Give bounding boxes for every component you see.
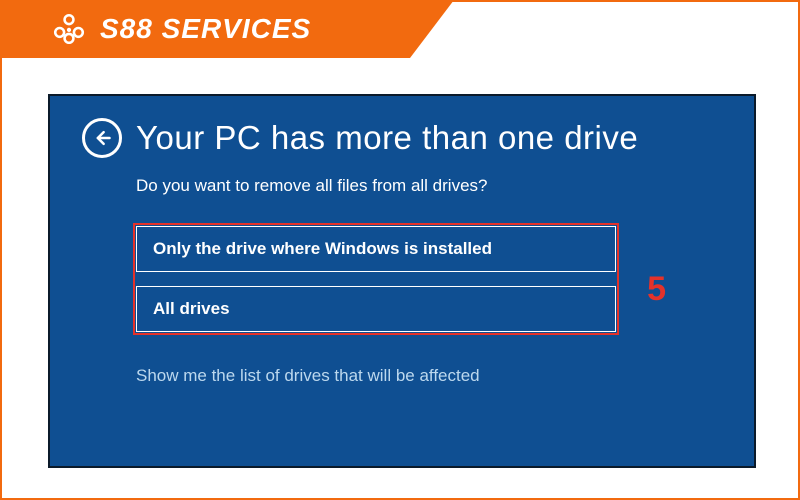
annotation-step-number: 5 — [647, 270, 666, 309]
back-button[interactable] — [82, 118, 122, 158]
recovery-screen: Your PC has more than one drive Do you w… — [48, 94, 756, 468]
page-subtitle: Do you want to remove all files from all… — [136, 176, 724, 196]
title-row: Your PC has more than one drive — [82, 118, 724, 158]
brand-bar: S88 SERVICES — [0, 0, 410, 58]
arrow-left-icon — [92, 128, 112, 148]
option-all-drives[interactable]: All drives — [136, 286, 616, 332]
brand-text: S88 SERVICES — [100, 13, 311, 45]
option-only-windows-drive[interactable]: Only the drive where Windows is installe… — [136, 226, 616, 272]
page-title: Your PC has more than one drive — [136, 119, 638, 157]
show-affected-drives-link[interactable]: Show me the list of drives that will be … — [136, 366, 724, 386]
brand-logo-icon — [52, 12, 86, 46]
options-group: Only the drive where Windows is installe… — [136, 226, 616, 332]
